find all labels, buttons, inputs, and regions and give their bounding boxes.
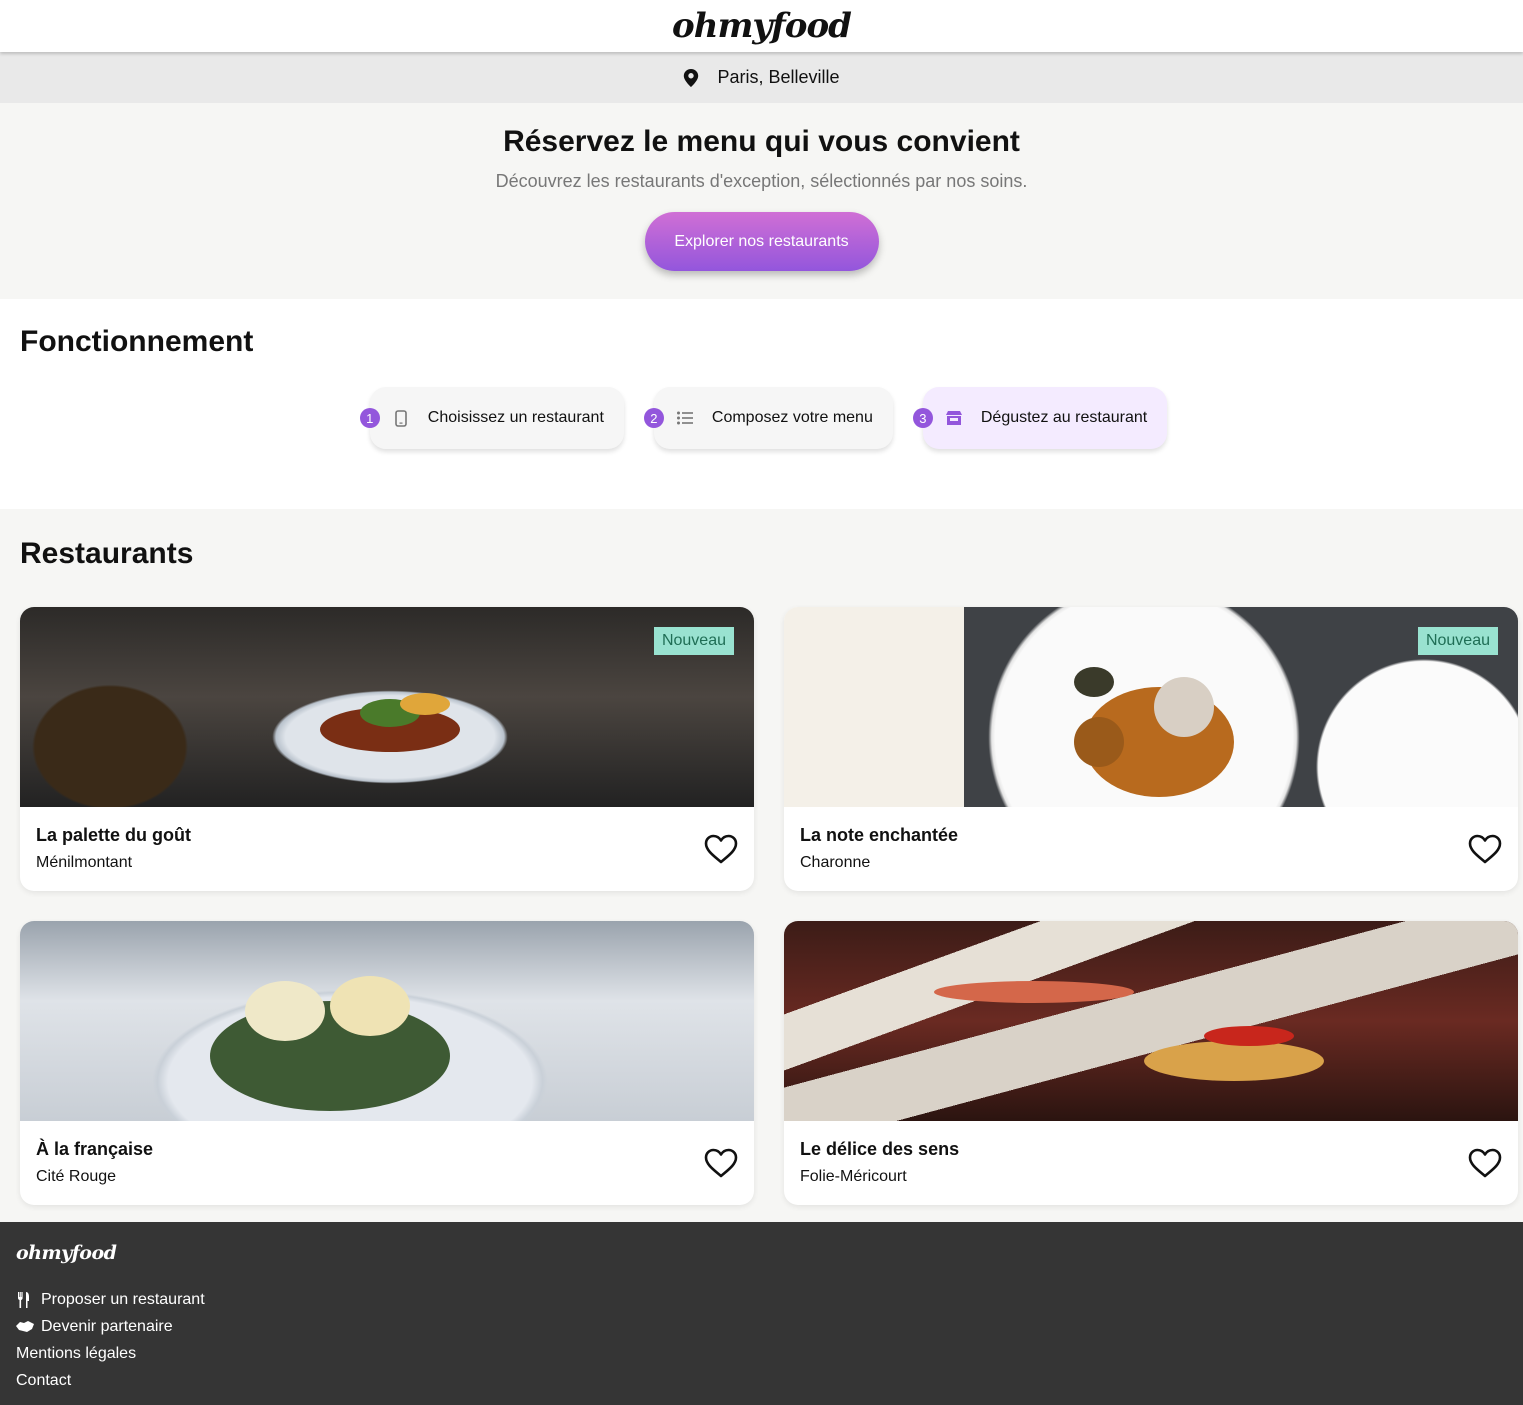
step-label: Choisissez un restaurant (427, 409, 604, 426)
restaurant-image[interactable] (20, 921, 754, 1121)
footer-link-label: Mentions légales (16, 1344, 137, 1362)
footer-link-propose-restaurant[interactable]: Proposer un restaurant (16, 1286, 1507, 1313)
heart-icon[interactable] (1468, 1148, 1502, 1178)
restaurant-info: À la française Cité Rouge (20, 1121, 754, 1204)
restaurants-title: Restaurants (20, 537, 194, 570)
restaurant-name: À la française (36, 1139, 154, 1159)
location-bar: Paris, Belleville (0, 52, 1523, 103)
footer-link-label: Devenir partenaire (41, 1317, 173, 1335)
list-icon (676, 409, 694, 427)
new-badge: Nouveau (1417, 627, 1498, 655)
dish-garnish (245, 981, 325, 1041)
step-taste-restaurant[interactable]: 3 Dégustez au restaurant (912, 387, 1168, 449)
hero-subtitle: Découvrez les restaurants d'exception, s… (495, 171, 1028, 191)
dish-garnish (400, 693, 450, 715)
step-number: 3 (912, 408, 933, 428)
map-pin-icon (684, 68, 699, 87)
footer-link-contact[interactable]: Contact (16, 1367, 1507, 1394)
restaurant-district: Folie-Méricourt (800, 1168, 907, 1185)
restaurant-district: Charonne (800, 854, 871, 871)
restaurants-grid: Nouveau La palette du goût Ménilmontant … (20, 607, 1518, 1205)
step-number: 2 (643, 408, 664, 428)
dish-garnish (934, 981, 1134, 1003)
restaurant-card[interactable]: À la française Cité Rouge (20, 921, 754, 1205)
restaurant-image[interactable] (784, 921, 1518, 1121)
explore-restaurants-button[interactable]: Explorer nos restaurants (644, 212, 879, 271)
how-it-works-title: Fonctionnement (20, 325, 254, 358)
how-it-works-section: Fonctionnement 1 Choisissez un restauran… (0, 299, 1523, 509)
restaurant-image[interactable]: Nouveau (20, 607, 754, 807)
heart-icon[interactable] (704, 834, 738, 864)
restaurant-name: Le délice des sens (800, 1139, 960, 1159)
footer-logo[interactable]: ohmyfood (16, 1242, 1507, 1264)
restaurant-district: Ménilmontant (36, 854, 133, 871)
hero-section: Réservez le menu qui vous convient Décou… (0, 103, 1523, 299)
restaurant-info: Le délice des sens Folie-Méricourt (784, 1121, 1518, 1204)
dish-garnish (1074, 667, 1114, 697)
step-label: Composez votre menu (711, 409, 873, 426)
heart-icon[interactable] (704, 1148, 738, 1178)
dish-garnish (330, 976, 410, 1036)
restaurant-image[interactable]: Nouveau (784, 607, 1518, 807)
handshake-icon (16, 1320, 34, 1332)
footer-link-label: Proposer un restaurant (41, 1290, 205, 1308)
step-compose-menu[interactable]: 2 Composez votre menu (643, 387, 893, 449)
dish-garnish (1074, 717, 1124, 767)
restaurant-district: Cité Rouge (36, 1168, 117, 1185)
dish-garnish (1144, 1041, 1324, 1081)
restaurant-info: La note enchantée Charonne (784, 807, 1518, 890)
site-footer: ohmyfood Proposer un restaurant Devenir … (0, 1222, 1523, 1405)
footer-link-label: Contact (16, 1371, 72, 1389)
footer-link-legal[interactable]: Mentions légales (16, 1340, 1507, 1367)
step-label: Dégustez au restaurant (980, 409, 1148, 426)
restaurant-card[interactable]: Nouveau La palette du goût Ménilmontant (20, 607, 754, 891)
restaurant-info: La palette du goût Ménilmontant (20, 807, 754, 890)
restaurant-name: La note enchantée (800, 825, 959, 845)
restaurants-section: Restaurants Nouveau La palette du goût M… (0, 509, 1523, 1222)
dish-garnish (1154, 677, 1214, 737)
new-badge: Nouveau (653, 627, 734, 655)
mobile-phone-icon (392, 409, 410, 427)
restaurant-card[interactable]: Nouveau La note enchantée Charonne (784, 607, 1518, 891)
site-header: ohmyfood (0, 0, 1523, 52)
footer-link-become-partner[interactable]: Devenir partenaire (16, 1313, 1507, 1340)
hero-title: Réservez le menu qui vous convient (503, 125, 1020, 158)
footer-links: Proposer un restaurant Devenir partenair… (16, 1286, 1507, 1394)
step-choose-restaurant[interactable]: 1 Choisissez un restaurant (359, 387, 624, 449)
store-icon (945, 409, 963, 427)
restaurant-card[interactable]: Le délice des sens Folie-Méricourt (784, 921, 1518, 1205)
heart-icon[interactable] (1468, 834, 1502, 864)
site-logo[interactable]: ohmyfood (672, 6, 852, 46)
steps-list: 1 Choisissez un restaurant 2 Composez vo… (20, 387, 1503, 449)
step-number: 1 (359, 408, 380, 428)
dish-garnish (1204, 1026, 1294, 1046)
utensils-icon (18, 1291, 29, 1308)
restaurant-name: La palette du goût (36, 825, 191, 845)
location-label: Paris, Belleville (717, 67, 840, 87)
